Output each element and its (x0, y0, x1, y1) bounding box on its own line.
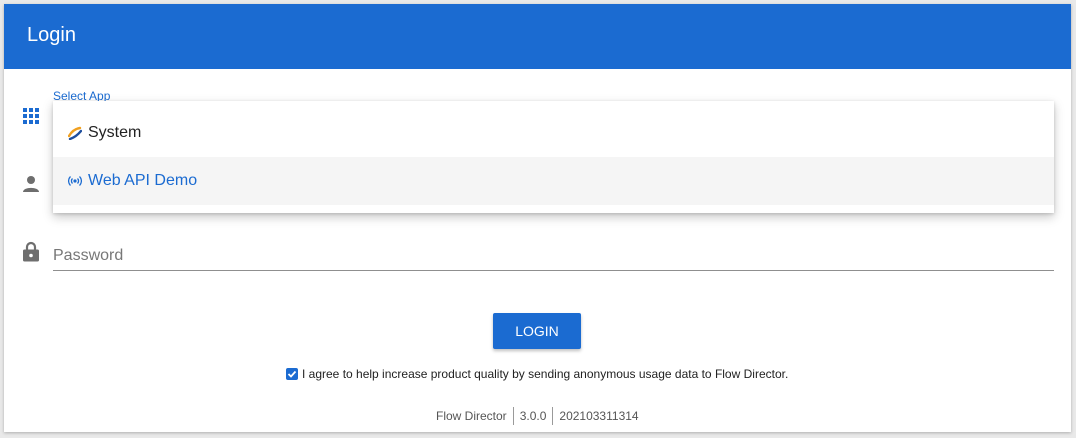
login-header: Login (4, 4, 1071, 69)
login-card: Login Select App System Web API Demo LOG… (4, 4, 1071, 432)
system-logo-icon (68, 126, 82, 140)
consent-row: I agree to help increase product quality… (286, 367, 788, 381)
consent-checkbox[interactable] (286, 368, 298, 380)
build-number: 202103311314 (559, 409, 639, 423)
broadcast-icon (68, 174, 82, 188)
version-footer: Flow Director 3.0.0 202103311314 (436, 407, 639, 425)
dropdown-option-label: Web API Demo (88, 172, 198, 189)
product-version: 3.0.0 (519, 409, 547, 423)
apps-grid-icon (23, 108, 43, 128)
footer-divider (512, 407, 514, 425)
lock-icon (23, 241, 43, 262)
dropdown-option-label: System (88, 124, 142, 141)
login-button[interactable]: LOGIN (493, 313, 581, 349)
page-title: Login (27, 24, 76, 46)
app-dropdown-menu: System Web API Demo (53, 101, 1054, 213)
dropdown-option-system[interactable]: System (53, 109, 1054, 157)
password-input[interactable] (53, 242, 1054, 271)
person-icon (22, 175, 42, 195)
dropdown-option-web-api-demo[interactable]: Web API Demo (53, 157, 1054, 205)
product-name: Flow Director (436, 409, 507, 423)
consent-text: I agree to help increase product quality… (302, 367, 789, 381)
footer-divider (552, 407, 554, 425)
